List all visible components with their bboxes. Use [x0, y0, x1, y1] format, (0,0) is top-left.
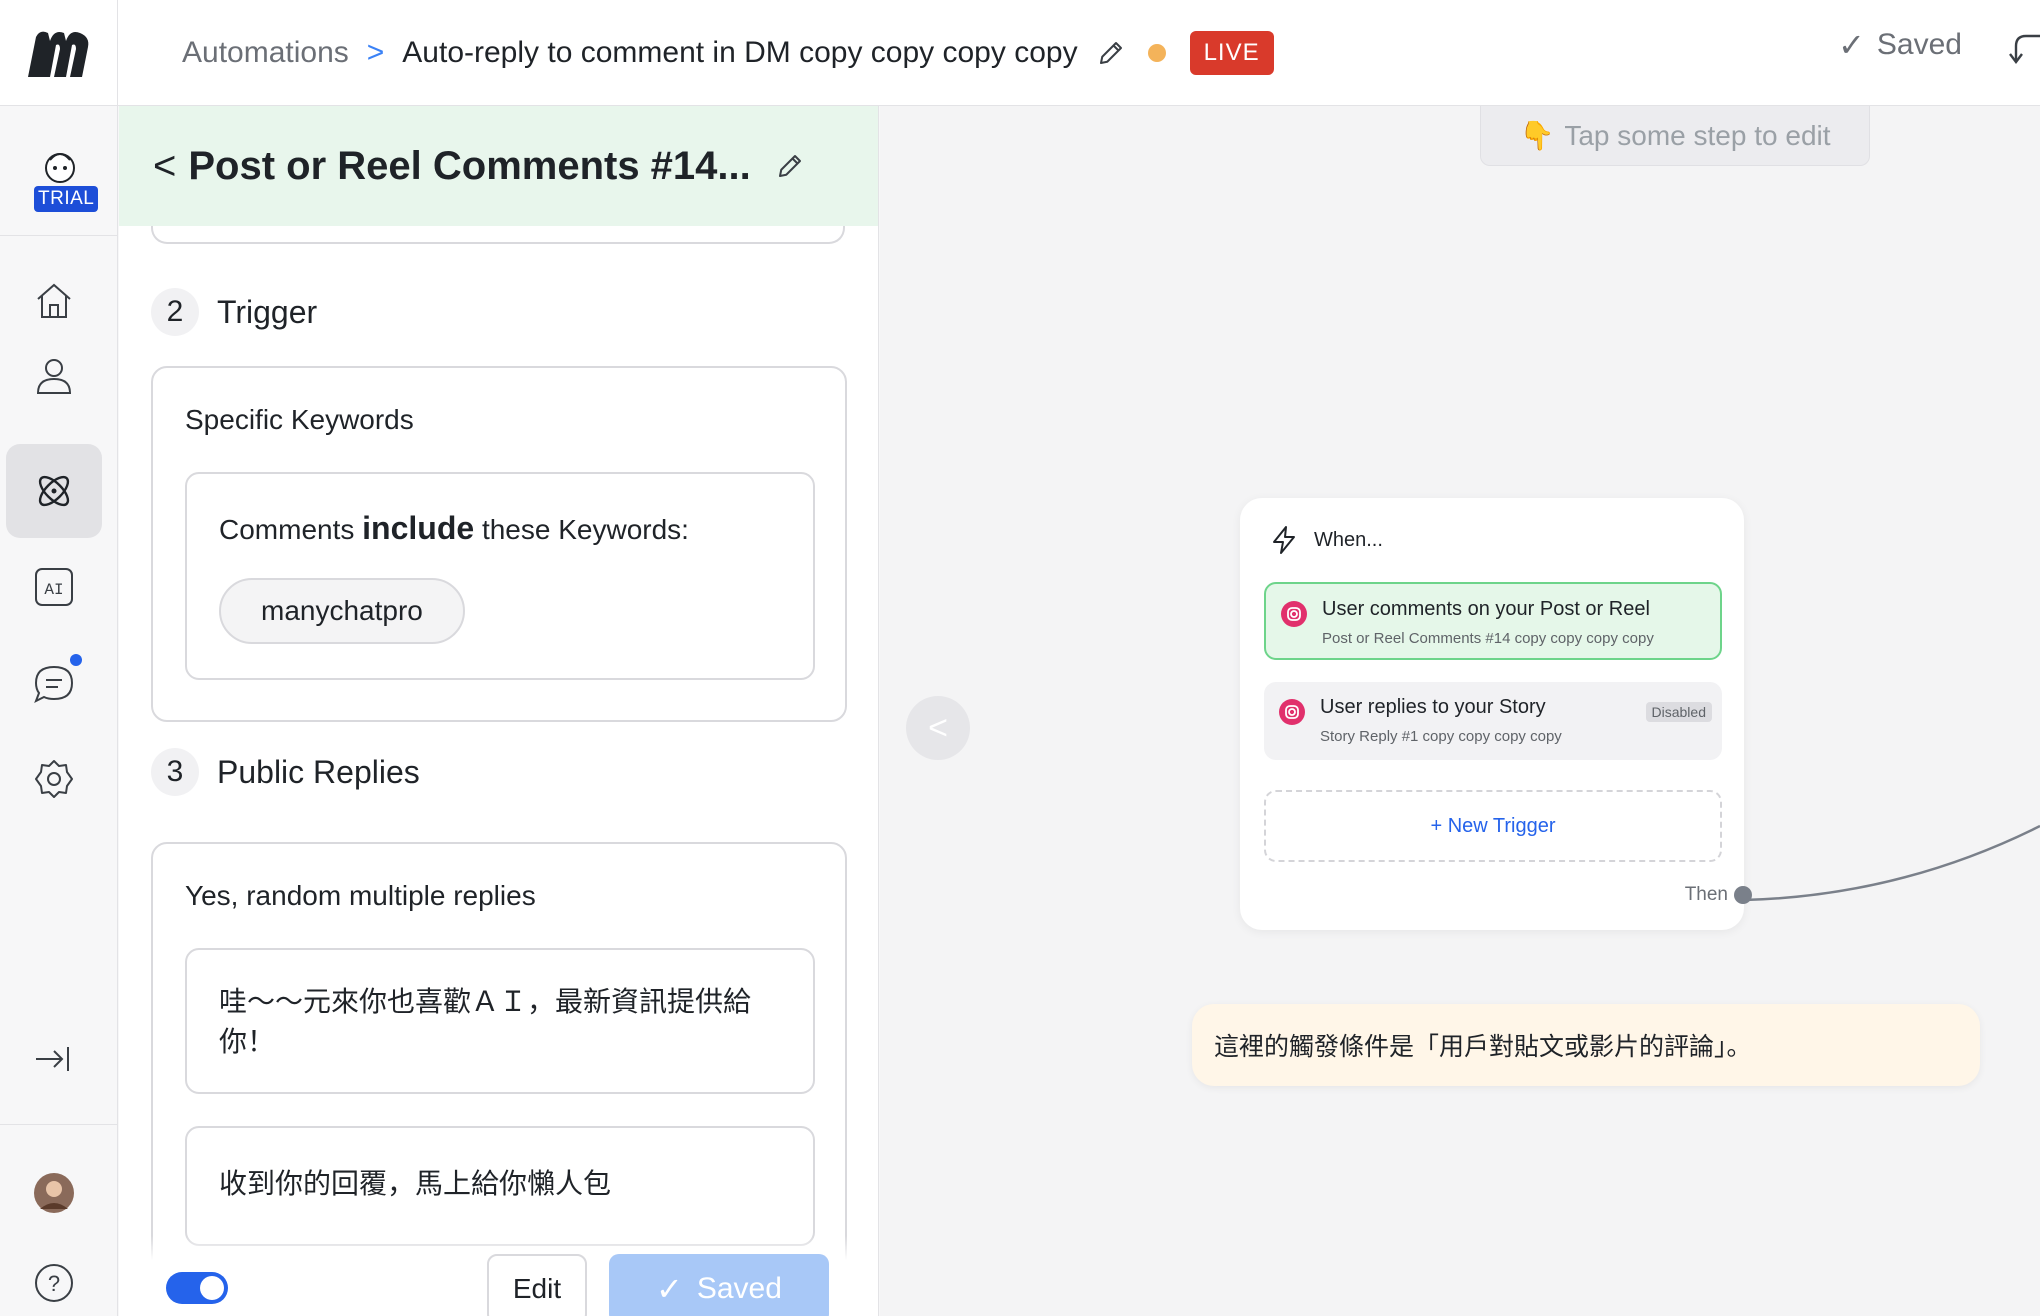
breadcrumb: Automations > Auto-reply to comment in D…	[182, 30, 1274, 75]
then-label: Then	[1684, 884, 1728, 905]
nav-collapse[interactable]	[6, 1012, 102, 1106]
section-public-replies: 3 Public Replies	[151, 748, 420, 796]
saved-status: ✓ Saved	[1838, 26, 1962, 64]
reply-text: 哇～～元來你也喜歡ＡＩ，最新資訊提供給你！	[219, 986, 752, 1057]
edit-hint: 👇 Tap some step to edit	[1480, 106, 1870, 166]
rail-divider	[0, 235, 118, 236]
chat-icon	[34, 665, 74, 704]
saved-status-label: Saved	[1876, 28, 1962, 61]
keywords-rule: Comments include these Keywords:	[219, 510, 689, 547]
gear-icon	[35, 760, 73, 798]
replies-mode: Yes, random multiple replies	[185, 880, 536, 911]
nav-profile[interactable]	[6, 1146, 102, 1240]
step-label: Trigger	[217, 293, 318, 330]
trigger-type: Specific Keywords	[185, 404, 414, 435]
back-chevron-icon[interactable]: <	[153, 144, 176, 189]
check-icon: ✓	[656, 1271, 683, 1307]
top-bar: Automations > Auto-reply to comment in D…	[0, 0, 2040, 106]
edit-hint-text: Tap some step to edit	[1564, 119, 1831, 151]
reply-text: 收到你的回覆，馬上給你懶人包	[219, 1168, 612, 1199]
trigger-card[interactable]: Specific Keywords Comments include these…	[151, 366, 847, 722]
panel-header: < Post or Reel Comments #14...	[119, 106, 878, 226]
trigger-title: User comments on your Post or Reel	[1322, 598, 1650, 620]
edit-button[interactable]: Edit	[487, 1254, 587, 1316]
chevron-right-icon: >	[366, 35, 385, 69]
keywords-operator: include	[362, 510, 475, 546]
keyword-chip[interactable]: manychatpro	[219, 578, 465, 644]
notification-dot	[70, 654, 82, 666]
status-dot	[1147, 43, 1166, 62]
user-avatar	[34, 1173, 74, 1213]
ai-icon-label: AI	[44, 581, 63, 599]
live-badge: LIVE	[1189, 30, 1274, 75]
trigger-subtitle: Post or Reel Comments #14 copy copy copy…	[1322, 630, 1654, 647]
keywords-box[interactable]: Comments include these Keywords: manycha…	[185, 472, 815, 680]
nav-help[interactable]: ?	[6, 1236, 102, 1316]
when-label: When...	[1314, 528, 1383, 551]
automation-title[interactable]: Auto-reply to comment in DM copy copy co…	[402, 36, 1077, 70]
step-number: 2	[151, 288, 199, 336]
when-heading: When...	[1268, 524, 1383, 556]
flow-connector-line	[1743, 824, 2040, 902]
annotation-note: 這裡的觸發條件是「用戶對貼文或影片的評論」。	[1192, 1004, 1980, 1086]
help-icon: ?	[35, 1264, 73, 1302]
help-icon-label: ?	[48, 1271, 60, 1296]
pencil-icon[interactable]	[1096, 38, 1126, 68]
step-editor-panel: < Post or Reel Comments #14... 2 Trigger…	[119, 106, 879, 1316]
manychat-logo-icon[interactable]	[26, 27, 92, 79]
trigger-subtitle: Story Reply #1 copy copy copy copy	[1320, 728, 1562, 745]
logo-cell[interactable]	[0, 0, 118, 106]
nav-ai[interactable]: AI	[6, 540, 102, 634]
collapse-panel-button[interactable]: <	[906, 696, 970, 760]
home-icon	[37, 283, 71, 318]
reply-box[interactable]: 收到你的回覆，馬上給你懶人包	[185, 1126, 815, 1246]
rail-divider	[0, 1124, 118, 1125]
nav-settings[interactable]	[6, 732, 102, 826]
breadcrumb-automations[interactable]: Automations	[182, 36, 349, 70]
undo-icon[interactable]	[2006, 28, 2040, 68]
nav-rail: TRIAL AI ?	[0, 106, 118, 1316]
keywords-prefix: Comments	[219, 514, 355, 545]
trigger-story-reply[interactable]: User replies to your Story Story Reply #…	[1264, 682, 1722, 760]
disabled-badge: Disabled	[1645, 702, 1712, 722]
trigger-title: User replies to your Story	[1320, 696, 1546, 718]
pencil-icon[interactable]	[775, 151, 805, 181]
reply-box[interactable]: 哇～～元來你也喜歡ＡＩ，最新資訊提供給你！	[185, 948, 815, 1094]
trigger-comments[interactable]: User comments on your Post or Reel Post …	[1264, 582, 1722, 660]
saved-button[interactable]: ✓ Saved	[609, 1254, 829, 1316]
nav-automation[interactable]	[6, 444, 102, 538]
panel-title: Post or Reel Comments #14...	[188, 143, 751, 188]
nav-chat[interactable]	[6, 636, 102, 730]
automation-icon	[38, 475, 70, 507]
collapse-icon	[36, 1047, 69, 1071]
step-toggle[interactable]	[166, 1272, 228, 1304]
trial-badge: TRIAL	[34, 186, 99, 212]
step-number: 3	[151, 748, 199, 796]
when-node[interactable]: When... User comments on your Post or Re…	[1240, 498, 1752, 930]
flow-canvas[interactable]: 👇 Tap some step to edit < When... User c…	[880, 106, 2040, 1316]
contacts-icon	[36, 359, 72, 394]
lightning-icon	[1273, 526, 1295, 554]
ai-icon: AI	[35, 568, 73, 606]
nav-contacts[interactable]	[6, 328, 102, 422]
pointing-down-icon: 👇	[1519, 120, 1555, 151]
check-icon: ✓	[1838, 27, 1865, 63]
instagram-icon	[1279, 699, 1305, 725]
saved-button-label: Saved	[696, 1272, 782, 1305]
step-label: Public Replies	[217, 753, 420, 790]
keywords-suffix: these Keywords:	[481, 514, 689, 545]
section-trigger: 2 Trigger	[151, 288, 317, 336]
new-trigger-button[interactable]: + New Trigger	[1264, 790, 1722, 862]
instagram-icon	[1281, 601, 1307, 627]
